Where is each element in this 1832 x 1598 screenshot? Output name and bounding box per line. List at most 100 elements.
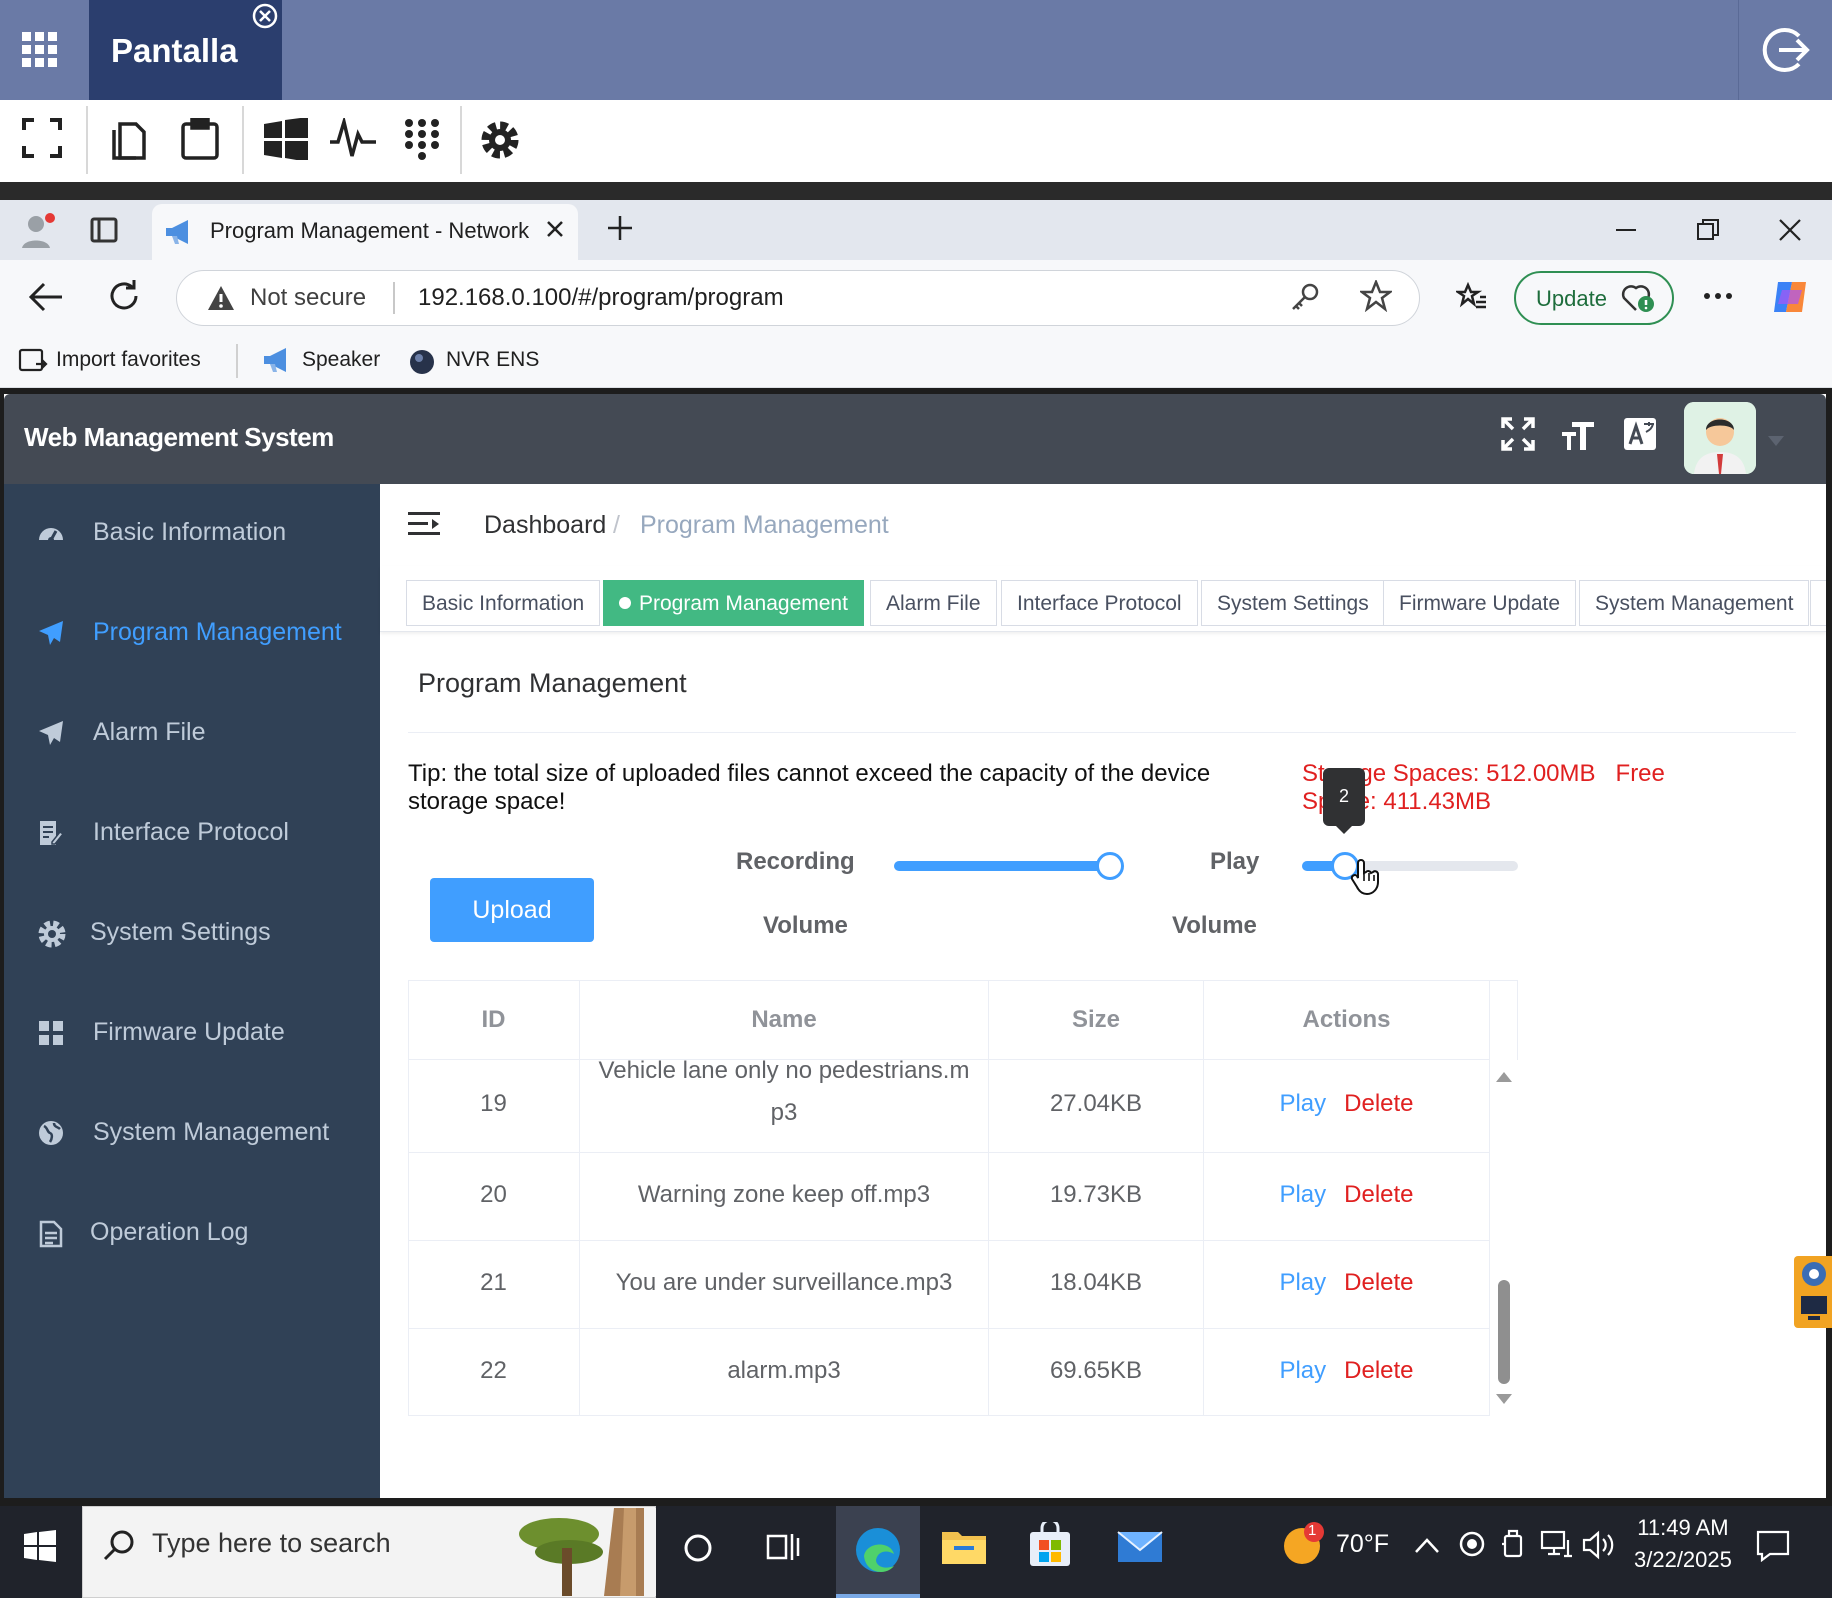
gear-icon[interactable] — [478, 118, 522, 162]
minimize-icon[interactable] — [1614, 218, 1638, 242]
upload-button[interactable]: Upload — [430, 878, 594, 942]
play-action[interactable]: Play — [1279, 1181, 1326, 1208]
clipboard-icon[interactable] — [180, 118, 220, 160]
favorite-nvr[interactable]: NVR ENS — [446, 348, 539, 372]
scrollbar-thumb[interactable] — [1498, 1280, 1510, 1384]
close-window-icon[interactable] — [1778, 218, 1802, 242]
hamburger-icon[interactable] — [408, 510, 440, 538]
breadcrumb-home[interactable]: Dashboard — [484, 511, 606, 540]
browser-tab-title: Program Management - Network — [210, 218, 530, 243]
notification-icon[interactable] — [1756, 1530, 1790, 1562]
column-header-id[interactable]: ID — [408, 980, 580, 1060]
sidebar-item-basic-information[interactable]: Basic Information — [4, 484, 380, 584]
not-secure-label[interactable]: Not secure — [250, 284, 366, 312]
sidebar-item-interface-protocol[interactable]: Interface Protocol — [4, 784, 380, 884]
profile-icon[interactable] — [18, 210, 58, 250]
tag-system-management[interactable]: System Management — [1579, 580, 1810, 626]
sidebar-item-firmware-update[interactable]: Firmware Update — [4, 984, 380, 1084]
taskbar-clock[interactable]: 11:49 AM 3/22/2025 — [1634, 1512, 1732, 1576]
scroll-up-icon[interactable] — [1496, 1070, 1512, 1082]
tag-firmware-update[interactable]: Firmware Update — [1383, 580, 1577, 626]
column-header-actions[interactable]: Actions — [1204, 980, 1490, 1060]
tag-program-management[interactable]: Program Management — [603, 580, 864, 626]
tag-label: Alarm File — [886, 592, 981, 615]
taskbar-mail[interactable] — [1116, 1528, 1164, 1566]
column-header-size[interactable]: Size — [989, 980, 1204, 1060]
key-icon[interactable] — [1290, 282, 1320, 312]
restore-icon[interactable] — [1696, 218, 1720, 242]
back-icon[interactable] — [28, 280, 64, 314]
tag-alarm-file[interactable]: Alarm File — [870, 580, 997, 626]
url-text[interactable]: 192.168.0.100/#/program/program — [418, 284, 784, 312]
document-icon — [38, 1220, 64, 1248]
play-action[interactable]: Play — [1279, 1357, 1326, 1384]
tag-label: Basic Information — [422, 592, 585, 615]
keypad-icon[interactable] — [404, 118, 440, 160]
fullscreen-icon[interactable] — [22, 118, 62, 158]
delete-action[interactable]: Delete — [1344, 1090, 1413, 1117]
scroll-down-icon[interactable] — [1496, 1394, 1512, 1406]
tag-interface-protocol[interactable]: Interface Protocol — [1001, 580, 1198, 626]
weather-icon[interactable] — [1282, 1520, 1326, 1566]
play-action[interactable]: Play — [1279, 1090, 1326, 1117]
tag-label: Firmware Update — [1399, 592, 1561, 615]
taskbar-file-explorer[interactable] — [940, 1526, 988, 1566]
table-row-name: You are under surveillance.mp3 — [580, 1241, 989, 1329]
play-action[interactable]: Play — [1279, 1269, 1326, 1296]
fullscreen-icon[interactable] — [1500, 416, 1536, 452]
apps-grid-icon[interactable] — [22, 32, 58, 68]
translate-icon[interactable] — [1622, 416, 1658, 452]
recording-volume-handle[interactable] — [1096, 852, 1124, 880]
refresh-icon[interactable] — [106, 278, 142, 314]
activity-icon[interactable] — [330, 118, 376, 160]
tag-label: System Settings — [1217, 592, 1369, 615]
close-circle-icon[interactable] — [252, 3, 278, 29]
favorites-list-icon[interactable] — [1456, 282, 1488, 314]
more-menu-icon[interactable] — [1702, 284, 1734, 308]
sidebar-item-program-management[interactable]: Program Management — [4, 584, 380, 684]
floating-widget[interactable] — [1794, 1256, 1832, 1328]
tag-overflow[interactable] — [1810, 580, 1826, 626]
sidebar-item-alarm-file[interactable]: Alarm File — [4, 684, 380, 784]
copilot-icon[interactable] — [1770, 276, 1812, 318]
font-size-icon[interactable] — [1560, 416, 1596, 452]
app-title: Web Management System — [24, 422, 334, 452]
close-tab-icon[interactable] — [544, 218, 566, 240]
network-icon[interactable] — [1540, 1530, 1574, 1560]
warning-icon[interactable] — [206, 284, 236, 312]
star-icon[interactable] — [1360, 280, 1392, 312]
update-label: Update — [1536, 286, 1607, 311]
task-view-icon[interactable] — [766, 1530, 802, 1564]
device-icon[interactable] — [1500, 1528, 1526, 1560]
sidebar-item-system-settings[interactable]: System Settings — [4, 884, 380, 984]
table-row-id: 21 — [408, 1241, 580, 1329]
volume-icon[interactable] — [1582, 1530, 1616, 1560]
avatar[interactable] — [1684, 402, 1756, 474]
caret-down-icon[interactable] — [1768, 436, 1784, 446]
taskbar-edge[interactable] — [836, 1506, 920, 1598]
delete-action[interactable]: Delete — [1344, 1357, 1413, 1384]
favorite-speaker[interactable]: Speaker — [302, 348, 380, 372]
column-header-name[interactable]: Name — [580, 980, 989, 1060]
logout-icon[interactable] — [1738, 0, 1832, 100]
temperature[interactable]: 70°F — [1336, 1530, 1389, 1559]
recording-volume-label-2: Volume — [763, 912, 848, 939]
windows-icon[interactable] — [264, 118, 308, 160]
tag-system-settings[interactable]: System Settings — [1201, 580, 1385, 626]
delete-action[interactable]: Delete — [1344, 1181, 1413, 1208]
start-windows-icon[interactable] — [24, 1530, 56, 1562]
sidebar-item-label: Firmware Update — [93, 1018, 285, 1046]
new-tab-icon[interactable] — [606, 214, 634, 242]
chevron-up-icon[interactable] — [1414, 1536, 1440, 1554]
table-row-name: Vehicle lane only no pedestrians.mp3 — [580, 1060, 989, 1153]
tag-basic-information[interactable]: Basic Information — [406, 580, 601, 626]
favorite-import[interactable]: Import favorites — [56, 348, 201, 372]
copy-icon[interactable] — [108, 118, 146, 160]
location-icon[interactable] — [1458, 1530, 1486, 1558]
sidebar-item-system-management[interactable]: System Management — [4, 1084, 380, 1184]
taskbar-store[interactable] — [1028, 1522, 1072, 1568]
cortana-icon[interactable] — [682, 1532, 714, 1564]
tab-actions-icon[interactable] — [90, 216, 118, 244]
sidebar-item-operation-log[interactable]: Operation Log — [4, 1184, 380, 1284]
delete-action[interactable]: Delete — [1344, 1269, 1413, 1296]
